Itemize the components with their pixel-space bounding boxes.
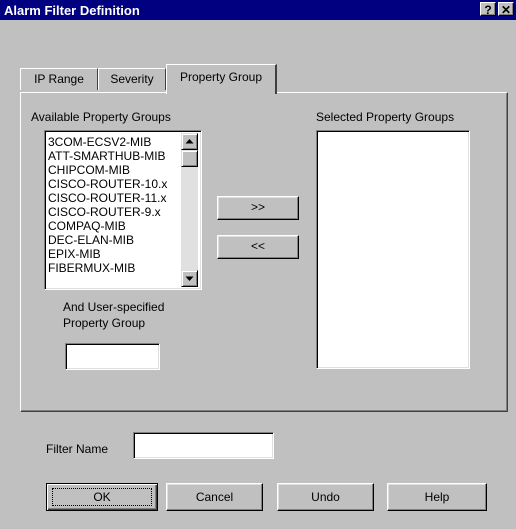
list-item[interactable]: CISCO-ROUTER-11.x <box>48 192 166 205</box>
remove-group-button[interactable]: << <box>217 235 299 259</box>
list-item[interactable]: ATT-SMARTHUB-MIB <box>48 150 166 163</box>
scroll-up-button[interactable] <box>181 133 198 150</box>
tab-property-group-label: Property Group <box>179 70 263 84</box>
filter-name-input[interactable] <box>133 432 274 459</box>
tab-property-group[interactable]: Property Group <box>166 64 277 94</box>
tab-severity-label: Severity <box>110 72 154 86</box>
focus-rect <box>52 488 152 506</box>
scroll-down-button[interactable] <box>181 270 198 287</box>
list-item[interactable]: 3COM-ECSV2-MIB <box>48 136 151 149</box>
arrow-down-icon <box>185 276 194 281</box>
tab-ip-range-label: IP Range <box>34 72 84 86</box>
window-title: Alarm Filter Definition <box>4 3 140 18</box>
list-item[interactable]: CHIPCOM-MIB <box>48 164 130 177</box>
user-group-label-line1: And User-specified <box>63 300 165 314</box>
list-item[interactable]: CISCO-ROUTER-9.x <box>48 206 161 219</box>
user-group-label-line2: Property Group <box>63 316 146 330</box>
tab-ip-range[interactable]: IP Range <box>20 68 98 90</box>
filter-name-label: Filter Name <box>46 442 109 456</box>
ok-button[interactable]: OK <box>46 483 158 511</box>
cancel-button[interactable]: Cancel <box>166 483 263 511</box>
scroll-thumb[interactable] <box>181 150 198 167</box>
close-title-button[interactable]: ✕ <box>498 2 514 17</box>
available-groups-listbox[interactable]: 3COM-ECSV2-MIB ATT-SMARTHUB-MIB CHIPCOM-… <box>44 130 202 290</box>
available-scrollbar[interactable] <box>181 133 198 287</box>
list-item[interactable]: COMPAQ-MIB <box>48 220 126 233</box>
arrow-up-icon <box>185 139 194 144</box>
list-item[interactable]: EPIX-MIB <box>48 248 101 261</box>
tab-severity[interactable]: Severity <box>98 68 166 90</box>
available-groups-label: Available Property Groups <box>31 110 171 124</box>
list-item[interactable]: CISCO-ROUTER-10.x <box>48 178 167 191</box>
user-group-input[interactable] <box>65 343 160 370</box>
add-group-button[interactable]: >> <box>217 196 299 220</box>
list-item[interactable]: DEC-ELAN-MIB <box>48 234 134 247</box>
help-button[interactable]: Help <box>387 483 487 511</box>
selected-groups-label: Selected Property Groups <box>316 110 455 124</box>
list-item[interactable]: FIBERMUX-MIB <box>48 262 135 275</box>
title-bar: Alarm Filter Definition ? ✕ <box>0 0 516 20</box>
undo-button[interactable]: Undo <box>277 483 374 511</box>
help-title-button[interactable]: ? <box>480 2 496 17</box>
selected-groups-listbox[interactable] <box>316 130 470 369</box>
